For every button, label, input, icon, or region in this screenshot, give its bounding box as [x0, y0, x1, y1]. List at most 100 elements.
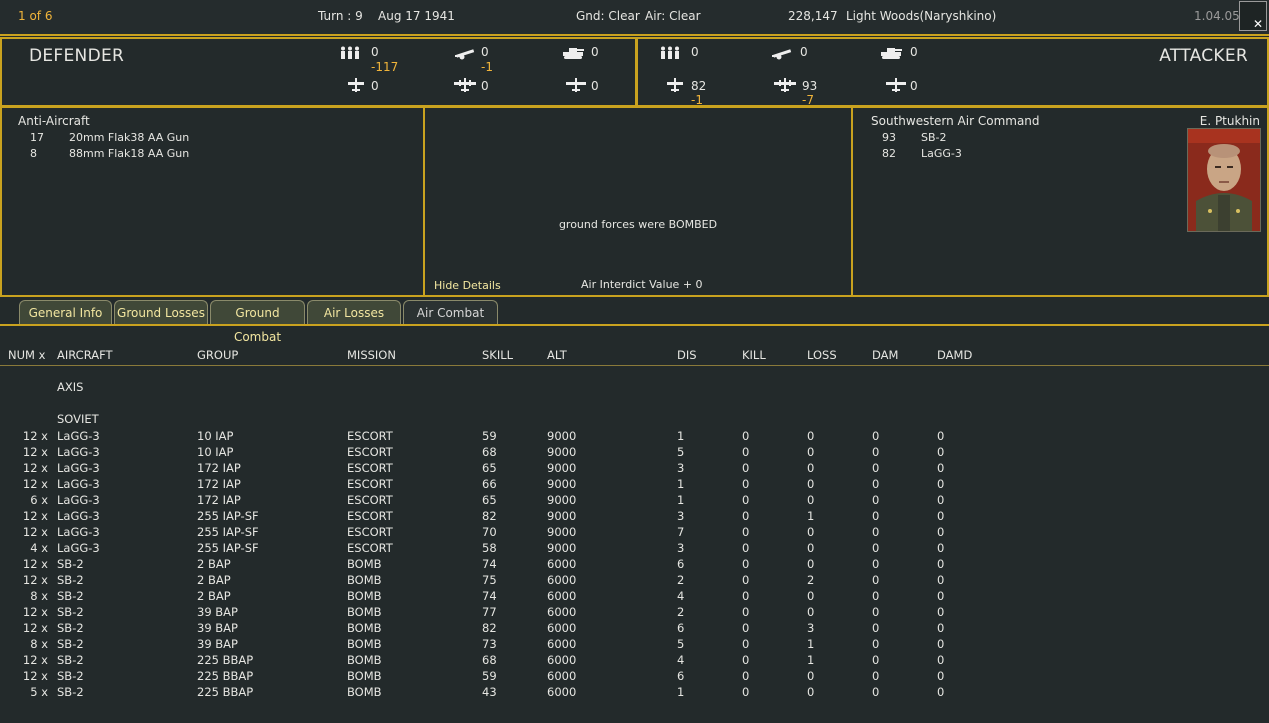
- table-row[interactable]: 12 x LaGG-3 10 IAP ESCORT 59 9000 1 0 0 0 0: [0, 429, 1000, 445]
- table-header-divider: [0, 365, 1269, 366]
- cell-skill: 65: [482, 461, 497, 475]
- tab-ground-losses[interactable]: Ground Losses: [114, 300, 208, 324]
- artillery-icon: [771, 46, 793, 60]
- cell-alt: 6000: [547, 621, 577, 635]
- cell-damd: 0: [937, 493, 945, 507]
- table-row[interactable]: 5 x SB-2 225 BBAP BOMB 43 6000 1 0 0 0 0: [0, 685, 1000, 701]
- table-row[interactable]: 6 x LaGG-3 172 IAP ESCORT 65 9000 1 0 0 0 0: [0, 493, 1000, 509]
- cell-loss: 3: [807, 621, 815, 635]
- table-row[interactable]: 12 x SB-2 39 BAP BOMB 82 6000 6 0 3 0 0: [0, 621, 1000, 637]
- ground-weather: Gnd: Clear: [576, 9, 640, 23]
- cell-dis: 2: [677, 605, 685, 619]
- attacker-units-panel: Southwestern Air Command E. Ptukhin 93 S…: [851, 106, 1269, 297]
- defender-unit-name: 88mm Flak18 AA Gun: [69, 147, 190, 160]
- cell-dis: 1: [677, 493, 685, 507]
- cell-dis: 7: [677, 525, 685, 539]
- cell-aircraft: SB-2: [57, 605, 84, 619]
- section-soviet: SOVIET: [57, 412, 99, 426]
- cell-mission: BOMB: [347, 557, 382, 571]
- defender-unit-count: 8: [30, 147, 37, 160]
- commander-portrait[interactable]: [1187, 128, 1261, 232]
- tab-air-losses[interactable]: Air Losses: [307, 300, 401, 324]
- table-row[interactable]: 12 x SB-2 2 BAP BOMB 75 6000 2 0 2 0 0: [0, 573, 1000, 589]
- table-row[interactable]: 12 x SB-2 225 BBAP BOMB 59 6000 6 0 0 0 0: [0, 669, 1000, 685]
- defender-summary-panel: DEFENDER 0 -117 0 -1 0 0 0 0: [0, 37, 637, 107]
- cell-group: 225 BBAP: [197, 669, 254, 683]
- defender-units-panel: Anti-Aircraft 17 20mm Flak38 AA Gun 8 88…: [0, 106, 425, 297]
- defender-men-value: 0: [371, 45, 379, 59]
- fighter-icon: [345, 78, 367, 92]
- cell-num: 12 x: [22, 557, 48, 571]
- cell-damd: 0: [937, 605, 945, 619]
- cell-damd: 0: [937, 541, 945, 555]
- cell-group: 2 BAP: [197, 589, 231, 603]
- cell-loss: 0: [807, 429, 815, 443]
- table-row[interactable]: 12 x SB-2 225 BBAP BOMB 68 6000 4 0 1 0 0: [0, 653, 1000, 669]
- close-button[interactable]: ✕: [1239, 1, 1267, 31]
- attacker-other-air-value: 0: [910, 79, 918, 93]
- cell-loss: 0: [807, 605, 815, 619]
- table-row[interactable]: 8 x SB-2 2 BAP BOMB 74 6000 4 0 0 0 0: [0, 589, 1000, 605]
- cell-kill: 0: [742, 605, 750, 619]
- cell-damd: 0: [937, 685, 945, 699]
- cell-mission: BOMB: [347, 669, 382, 683]
- cell-aircraft: LaGG-3: [57, 509, 100, 523]
- cell-alt: 9000: [547, 429, 577, 443]
- cell-dam: 0: [872, 461, 880, 475]
- defender-unit-count: 17: [30, 131, 44, 144]
- cell-loss: 0: [807, 461, 815, 475]
- table-row[interactable]: 12 x LaGG-3 255 IAP-SF ESCORT 82 9000 3 0 1 0 0: [0, 509, 1000, 525]
- cell-loss: 1: [807, 509, 815, 523]
- cell-aircraft: SB-2: [57, 669, 84, 683]
- cell-alt: 6000: [547, 589, 577, 603]
- artillery-icon: [454, 46, 476, 60]
- table-row[interactable]: 12 x LaGG-3 172 IAP ESCORT 66 9000 1 0 0 0 0: [0, 477, 1000, 493]
- tab-air-combat[interactable]: Air Combat: [403, 300, 498, 324]
- cell-kill: 0: [742, 589, 750, 603]
- cell-dis: 3: [677, 509, 685, 523]
- attacker-summary-panel: 0 0 0 ATTACKER 82 -1 93 -7 0: [636, 37, 1269, 107]
- cell-dis: 6: [677, 557, 685, 571]
- tab-strip-divider: [0, 324, 1269, 326]
- cell-mission: BOMB: [347, 589, 382, 603]
- table-row[interactable]: 4 x LaGG-3 255 IAP-SF ESCORT 58 9000 3 0 0 0 0: [0, 541, 1000, 557]
- cell-dis: 5: [677, 637, 685, 651]
- cell-mission: ESCORT: [347, 541, 393, 555]
- hex-coords: 228,147: [788, 9, 838, 23]
- table-row[interactable]: 12 x SB-2 39 BAP BOMB 77 6000 2 0 0 0 0: [0, 605, 1000, 621]
- table-row[interactable]: 8 x SB-2 39 BAP BOMB 73 6000 5 0 1 0 0: [0, 637, 1000, 653]
- cell-skill: 58: [482, 541, 497, 555]
- cell-loss: 0: [807, 541, 815, 555]
- defender-guns-value: 0: [481, 45, 489, 59]
- hide-details-link[interactable]: Hide Details: [434, 279, 501, 292]
- table-row[interactable]: 12 x SB-2 2 BAP BOMB 74 6000 6 0 0 0 0: [0, 557, 1000, 573]
- attacker-title: ATTACKER: [1159, 46, 1248, 66]
- cell-group: 255 IAP-SF: [197, 541, 259, 555]
- tab-general-info[interactable]: General Info: [19, 300, 112, 324]
- cell-num: 12 x: [22, 669, 48, 683]
- cell-damd: 0: [937, 429, 945, 443]
- cell-group: 172 IAP: [197, 477, 241, 491]
- cell-alt: 6000: [547, 685, 577, 699]
- col-header-dam: DAM: [872, 348, 899, 362]
- transport-icon: [565, 78, 587, 92]
- cell-skill: 74: [482, 557, 497, 571]
- cell-damd: 0: [937, 637, 945, 651]
- cell-alt: 9000: [547, 493, 577, 507]
- cell-aircraft: LaGG-3: [57, 445, 100, 459]
- cell-aircraft: LaGG-3: [57, 541, 100, 555]
- cell-damd: 0: [937, 509, 945, 523]
- table-row[interactable]: 12 x LaGG-3 255 IAP-SF ESCORT 70 9000 7 0 0 0 0: [0, 525, 1000, 541]
- cell-kill: 0: [742, 461, 750, 475]
- cell-loss: 0: [807, 669, 815, 683]
- cell-group: 255 IAP-SF: [197, 509, 259, 523]
- tab-ground-combat[interactable]: Ground Combat: [210, 300, 305, 344]
- cell-kill: 0: [742, 493, 750, 507]
- air-weather: Air: Clear: [645, 9, 701, 23]
- cell-skill: 82: [482, 621, 497, 635]
- cell-kill: 0: [742, 637, 750, 651]
- cell-kill: 0: [742, 685, 750, 699]
- table-row[interactable]: 12 x LaGG-3 10 IAP ESCORT 68 9000 5 0 0 0 0: [0, 445, 1000, 461]
- table-row[interactable]: 12 x LaGG-3 172 IAP ESCORT 65 9000 3 0 0 0 0: [0, 461, 1000, 477]
- col-header-loss: LOSS: [807, 348, 837, 362]
